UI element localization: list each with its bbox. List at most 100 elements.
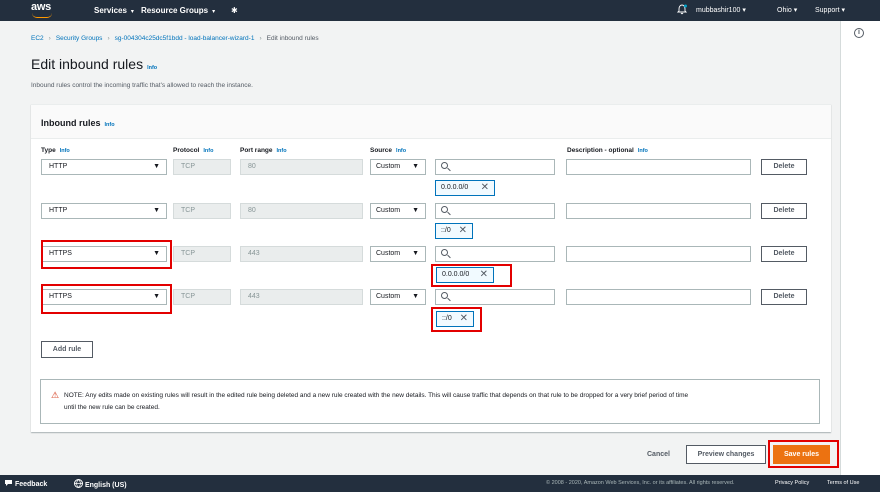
page-title-text: Edit inbound rules (31, 56, 144, 72)
highlight-box (431, 307, 482, 332)
chevron-down-icon: ▾ (212, 9, 216, 15)
caret-down-icon: ▼ (412, 250, 419, 257)
note-text-continued: until the new rule can be created. (64, 404, 160, 411)
caret-down-icon: ▼ (153, 207, 160, 214)
info-link[interactable]: Info (396, 148, 406, 154)
warning-note: ⚠ NOTE: Any edits made on existing rules… (40, 379, 820, 424)
rule-type-select[interactable]: HTTP ▼ (41, 203, 167, 219)
protocol-field: TCP (173, 246, 231, 262)
source-search-input[interactable] (435, 159, 555, 175)
delete-button[interactable]: Delete (761, 203, 807, 219)
search-icon (441, 249, 448, 256)
bottom-bar: Feedback English (US) © 2008 - 2020, Ama… (0, 475, 880, 492)
source-search-input[interactable] (435, 246, 555, 262)
source-select[interactable]: Custom ▼ (370, 203, 426, 219)
info-link[interactable]: Info (105, 122, 115, 128)
highlight-box (41, 240, 172, 269)
highlight-box (41, 284, 172, 314)
chevron-right-icon: › (259, 35, 262, 42)
source-select[interactable]: Custom ▼ (370, 289, 426, 305)
info-link[interactable]: Info (60, 148, 70, 154)
help-panel-gutter: i (840, 21, 880, 475)
rule-type-select[interactable]: HTTP ▼ (41, 159, 167, 175)
source-token: 0.0.0.0/0 ✕ (435, 180, 495, 196)
description-input[interactable] (566, 246, 751, 262)
copyright-text: © 2008 - 2020, Amazon Web Services, Inc.… (546, 480, 735, 486)
column-description-label: Description - optional (567, 147, 634, 154)
region-menu[interactable]: Ohio ▾ (777, 6, 797, 14)
page-description: Inbound rules control the incoming traff… (31, 82, 253, 89)
page-title: Edit inbound rules Info (31, 56, 157, 72)
panel-header: Inbound rules Info (31, 105, 831, 139)
breadcrumb-ec2[interactable]: EC2 (31, 35, 44, 42)
highlight-box (768, 440, 839, 468)
column-source: Source Info (370, 147, 406, 154)
caret-down-icon: ▼ (412, 207, 419, 214)
description-input[interactable] (566, 159, 751, 175)
search-icon (441, 162, 448, 169)
services-menu[interactable]: Services ▾ (94, 6, 134, 15)
source-select[interactable]: Custom ▼ (370, 246, 426, 262)
column-type: Type Info (41, 147, 70, 154)
warning-icon: ⚠ (51, 390, 60, 400)
rule-type-value: HTTP (49, 163, 68, 170)
add-rule-button[interactable]: Add rule (41, 341, 93, 358)
port-range-field: 80 (240, 159, 363, 175)
source-search-input[interactable] (435, 203, 555, 219)
info-icon[interactable]: i (854, 28, 864, 38)
description-input[interactable] (566, 289, 751, 305)
cancel-button[interactable]: Cancel (647, 451, 670, 458)
language-selector[interactable]: English (US) (74, 479, 127, 489)
inbound-rules-panel: Inbound rules Info Type Info Protocol Info … (31, 104, 831, 432)
caret-down-icon: ▼ (153, 163, 160, 170)
column-protocol: Protocol Info (173, 147, 213, 154)
info-link[interactable]: Info (203, 148, 213, 154)
highlight-box (431, 264, 512, 287)
source-search-input[interactable] (435, 289, 555, 305)
feedback-link[interactable]: Feedback (4, 479, 47, 488)
source-token-value: 0.0.0.0/0 (441, 184, 469, 191)
rule-type-value: HTTP (49, 207, 68, 214)
pin-icon[interactable]: ✱ (231, 6, 238, 15)
support-menu[interactable]: Support ▾ (815, 6, 845, 14)
info-link[interactable]: Info (147, 65, 157, 71)
info-link[interactable]: Info (638, 148, 648, 154)
source-value: Custom (376, 250, 401, 257)
port-range-field: 443 (240, 246, 363, 262)
privacy-policy-link[interactable]: Privacy Policy (775, 480, 809, 486)
close-icon[interactable]: ✕ (481, 181, 489, 195)
description-input[interactable] (566, 203, 751, 219)
source-token: ::/0 ✕ (435, 223, 473, 239)
terms-of-use-link[interactable]: Terms of Use (827, 480, 859, 486)
breadcrumb-security-group[interactable]: sg-004304c25dc5f1bdd - load-balancer-wiz… (115, 35, 255, 42)
breadcrumb-current: Edit inbound rules (266, 35, 319, 42)
aws-logo[interactable]: aws (31, 1, 55, 20)
region-name: Ohio (777, 7, 792, 14)
feedback-label: Feedback (14, 481, 48, 488)
source-value: Custom (376, 163, 401, 170)
caret-down-icon: ▼ (412, 293, 419, 300)
chevron-down-icon: ▾ (793, 7, 798, 14)
column-source-label: Source (370, 147, 393, 154)
search-icon (441, 292, 448, 299)
speech-bubble-icon (5, 480, 12, 486)
bell-icon-svg (676, 4, 688, 15)
info-link[interactable]: Info (277, 148, 287, 154)
close-icon[interactable]: ✕ (459, 224, 467, 238)
source-value: Custom (376, 207, 401, 214)
user-menu[interactable]: mubbashir100 ▾ (696, 6, 746, 14)
delete-button[interactable]: Delete (761, 246, 807, 262)
chevron-down-icon: ▾ (742, 7, 746, 14)
delete-button[interactable]: Delete (761, 159, 807, 175)
aws-smile-icon (32, 13, 52, 18)
language-label: English (US) (84, 482, 127, 489)
source-select[interactable]: Custom ▼ (370, 159, 426, 175)
delete-button[interactable]: Delete (761, 289, 807, 305)
bell-icon[interactable] (676, 4, 688, 17)
resource-groups-menu[interactable]: Resource Groups ▾ (141, 6, 215, 15)
aws-logo-text: aws (31, 1, 51, 13)
breadcrumb-security-groups[interactable]: Security Groups (56, 35, 103, 42)
source-token-value: ::/0 (441, 227, 451, 234)
preview-changes-button[interactable]: Preview changes (686, 445, 766, 464)
caret-down-icon: ▼ (412, 163, 419, 170)
